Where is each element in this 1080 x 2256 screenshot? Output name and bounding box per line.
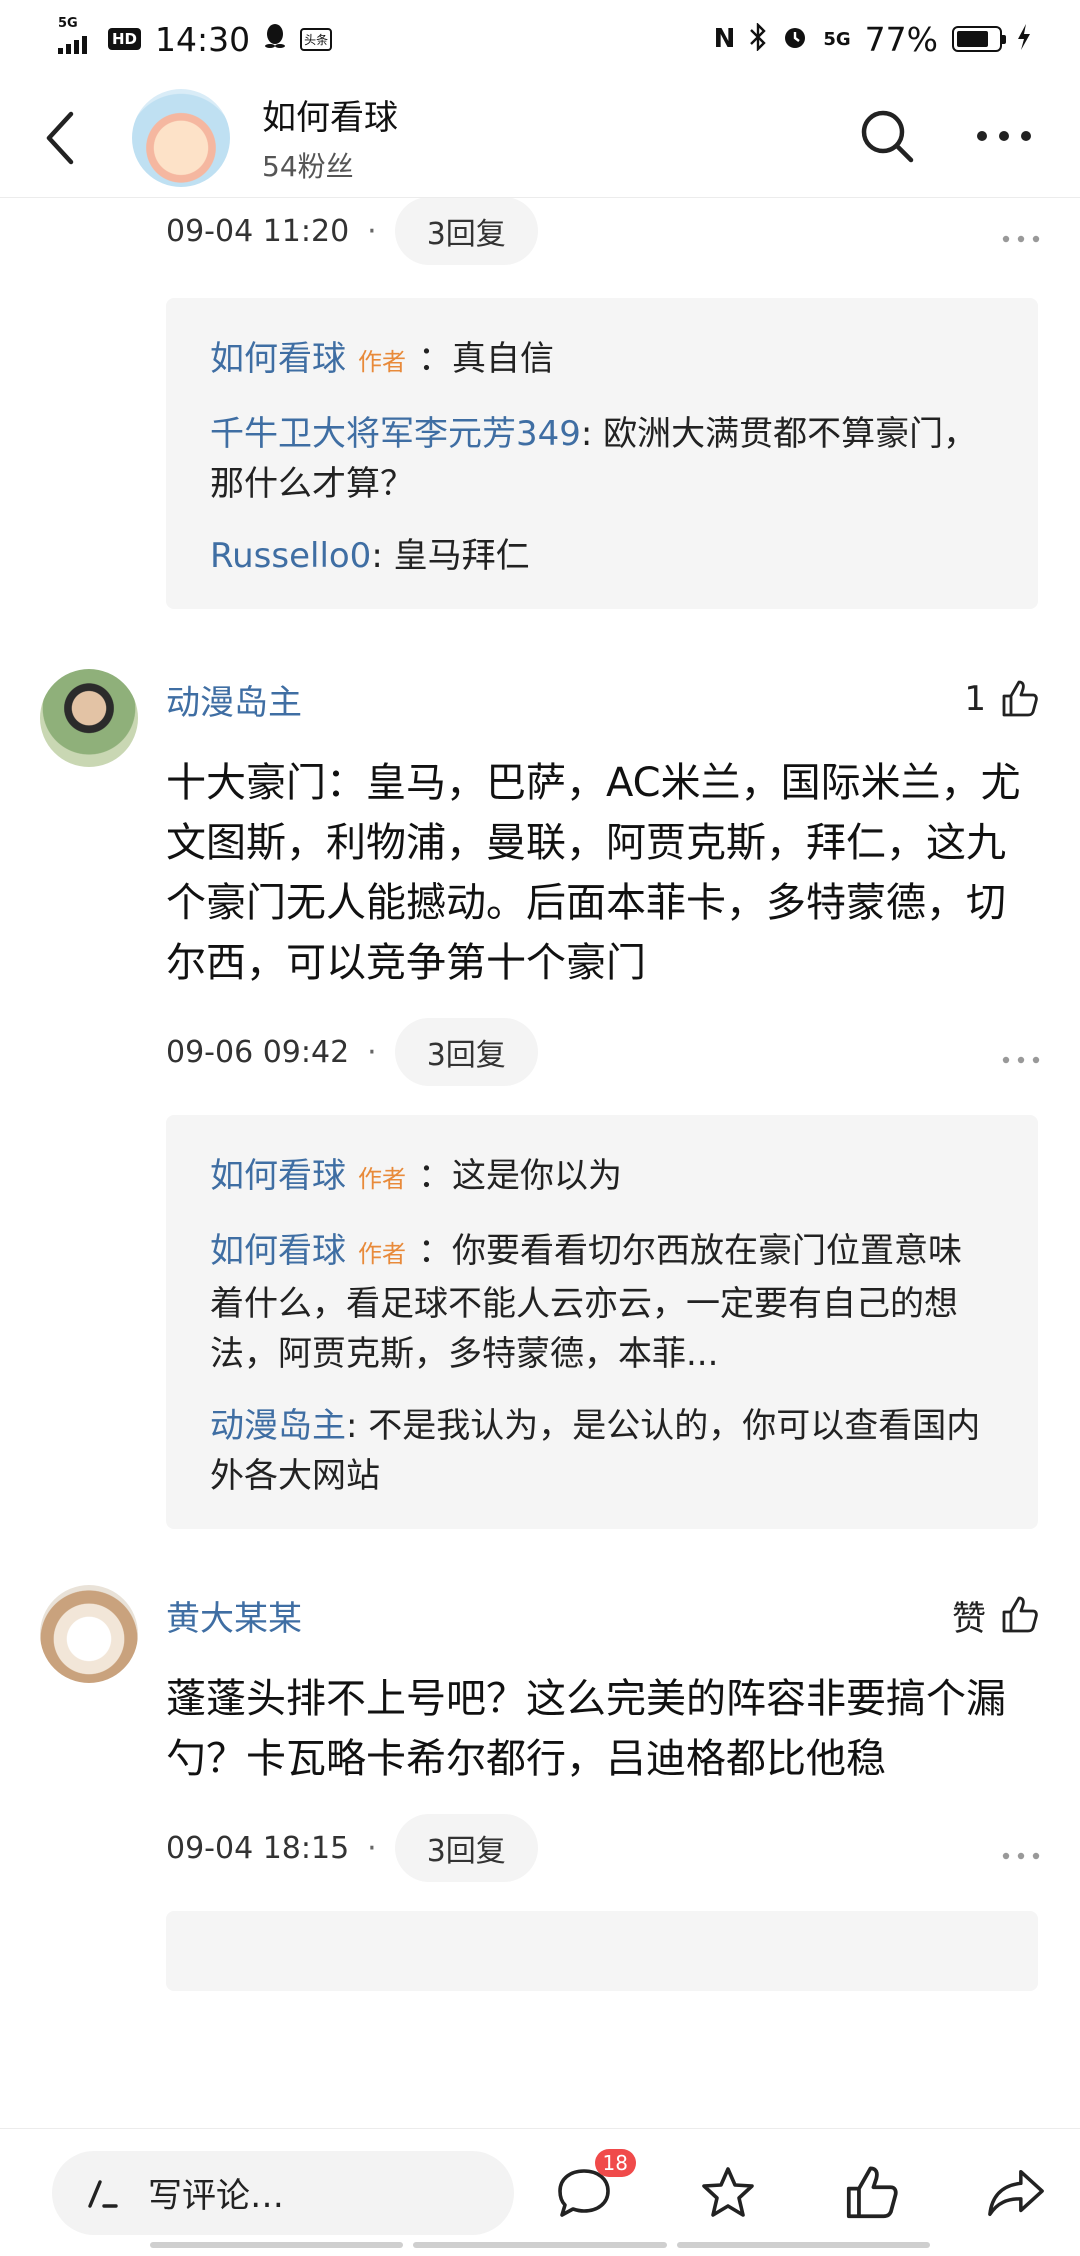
share-arrow-icon <box>988 2169 1044 2216</box>
reply-item: 千牛卫大将军李元芳349: 欧洲大满贯都不算豪门，那什么才算？ <box>210 409 994 509</box>
alarm-icon <box>781 20 809 59</box>
comment-more-button[interactable] <box>1002 1828 1040 1869</box>
thumbs-up-icon <box>1002 680 1038 717</box>
network-type-right: 5G <box>823 28 851 50</box>
reply-count-button[interactable]: 3回复 <box>394 198 538 265</box>
comment-count-badge: 18 <box>594 2148 636 2177</box>
toutiao-app-badge: 头条 <box>300 27 333 51</box>
pen-icon <box>88 2179 118 2208</box>
comment-more-button[interactable] <box>1002 211 1040 252</box>
reply-item: 如何看球 作者 ：这是你以为 <box>210 1151 994 1204</box>
favorite-button[interactable] <box>698 2163 758 2223</box>
like-label: 赞 <box>952 1598 986 1639</box>
meta-separator: · <box>367 213 377 249</box>
comment-list: 09-04 11:20 · 3回复 如何看球 作者 ：真自信 千牛卫大将军李元芳34… <box>0 198 1080 2128</box>
bottom-action-bar: 写评论… 18 <box>0 2128 1080 2256</box>
write-comment-placeholder: 写评论… <box>148 2176 284 2216</box>
comment-header: 黄大某某 赞 <box>166 1585 1040 1645</box>
author-tag: 作者 <box>358 348 406 376</box>
comment-meta: 09-04 18:15 · 3回复 <box>0 1814 1080 1882</box>
status-bar-left: 5G HD 14:30 头条 <box>58 16 333 59</box>
comment-time: 09-04 18:15 <box>166 1830 350 1866</box>
comment-time: 09-04 11:20 <box>166 213 350 249</box>
thumbs-up-icon <box>846 2165 898 2218</box>
reply-item: 如何看球 作者 ：真自信 <box>210 334 994 387</box>
comment-item: 动漫岛主 1 十大豪门：皇马，巴萨，AC米兰，国际米兰，尤文图斯，利物浦，曼联，… <box>0 669 1080 993</box>
comment-body: 十大豪门：皇马，巴萨，AC米兰，国际米兰，尤文图斯，利物浦，曼联，阿贾克斯，拜仁… <box>166 760 1021 986</box>
search-button[interactable] <box>858 107 916 169</box>
meta-separator: · <box>367 1034 377 1070</box>
more-horizontal-icon <box>1002 1852 1040 1859</box>
battery-icon <box>952 26 1006 52</box>
like-button[interactable]: 1 <box>964 679 1040 719</box>
status-bar-right: N 5G 77% <box>714 20 1032 59</box>
author-tag: 作者 <box>358 1165 406 1193</box>
share-button[interactable] <box>986 2163 1046 2223</box>
reply-username[interactable]: 动漫岛主 <box>210 1406 346 1446</box>
thumbs-up-icon <box>1002 1596 1038 1633</box>
comment-header: 动漫岛主 1 <box>166 669 1040 729</box>
like-article-button[interactable] <box>842 2163 902 2223</box>
header-actions <box>858 107 1080 169</box>
back-button[interactable] <box>0 78 120 198</box>
reply-text: : 皇马拜仁 <box>371 536 530 576</box>
page-title: 如何看球 <box>262 98 398 138</box>
hd-badge: HD <box>108 28 142 50</box>
reply-count-button[interactable]: 3回复 <box>394 1814 538 1882</box>
battery-percent: 77% <box>864 19 938 59</box>
header-text[interactable]: 如何看球 54粉丝 <box>262 90 858 185</box>
author-tag: 作者 <box>358 1240 406 1268</box>
status-time: 14:30 <box>155 19 251 59</box>
commenter-avatar[interactable] <box>40 1585 138 1683</box>
comment-time: 09-06 09:42 <box>166 1034 350 1070</box>
reply-username[interactable]: 如何看球 <box>210 339 346 379</box>
comment-meta: 09-04 11:20 · 3回复 <box>0 198 1080 265</box>
comment-item: 黄大某某 赞 蓬蓬头排不上号吧？这么完美的阵容非要搞个漏勺？卡瓦略卡希尔都行，吕… <box>0 1585 1080 1789</box>
reply-item: 动漫岛主: 不是我认为，是公认的，你可以查看国内外各大网站 <box>210 1401 994 1501</box>
meta-separator: · <box>367 1830 377 1866</box>
charging-icon <box>1016 20 1032 59</box>
reply-item: 如何看球 作者 ：你要看看切尔西放在豪门位置意味着什么，看足球不能人云亦云，一定要有… <box>210 1226 994 1379</box>
network-type: 5G <box>58 16 78 31</box>
like-button[interactable]: 赞 <box>952 1591 1040 1640</box>
reply-username[interactable]: 如何看球 <box>210 1231 346 1271</box>
status-bar: 5G HD 14:30 头条 N 5G 77% <box>0 0 1080 78</box>
reply-text: ：这是你以为 <box>418 1156 622 1196</box>
write-comment-input[interactable]: 写评论… <box>52 2150 514 2235</box>
reply-username[interactable]: 千牛卫大将军李元芳349 <box>210 414 581 454</box>
reply-username[interactable]: 如何看球 <box>210 1156 346 1196</box>
reply-preview-box[interactable] <box>166 1911 1038 1991</box>
comment-body: 蓬蓬头排不上号吧？这么完美的阵容非要搞个漏勺？卡瓦略卡希尔都行，吕迪格都比他稳 <box>166 1676 1006 1782</box>
author-avatar[interactable] <box>132 88 230 187</box>
search-icon <box>861 110 914 162</box>
reply-preview-box[interactable]: 如何看球 作者 ：真自信 千牛卫大将军李元芳349: 欧洲大满贯都不算豪门，那什么才… <box>166 298 1038 609</box>
reply-count-button[interactable]: 3回复 <box>394 1018 538 1086</box>
nfc-icon: N <box>713 24 736 54</box>
qq-icon <box>264 23 286 55</box>
more-horizontal-icon <box>1002 235 1040 242</box>
reply-username[interactable]: Russello0 <box>210 536 371 576</box>
comment-meta: 09-06 09:42 · 3回复 <box>0 1018 1080 1086</box>
battery-level <box>957 31 988 47</box>
reply-text: ：真自信 <box>418 339 554 379</box>
chevron-left-icon <box>46 111 74 164</box>
reply-preview-box[interactable]: 如何看球 作者 ：这是你以为 如何看球 作者 ：你要看看切尔西放在豪门位置意味着什么，看… <box>166 1115 1038 1529</box>
bluetooth-icon <box>749 20 767 59</box>
cellular-signal-icon: 5G <box>58 16 94 54</box>
commenter-name[interactable]: 动漫岛主 <box>166 675 302 724</box>
commenter-avatar[interactable] <box>40 669 138 767</box>
like-count: 1 <box>964 679 986 719</box>
follower-count: 54粉丝 <box>262 150 354 183</box>
comment-more-button[interactable] <box>1002 1032 1040 1073</box>
comments-button[interactable]: 18 <box>554 2148 636 2223</box>
more-options-button[interactable] <box>976 128 1032 147</box>
app-header: 如何看球 54粉丝 <box>0 78 1080 198</box>
star-icon <box>702 2166 754 2217</box>
gesture-bar <box>150 2242 930 2248</box>
more-horizontal-icon <box>977 131 1031 141</box>
commenter-name[interactable]: 黄大某某 <box>166 1591 302 1640</box>
reply-item: Russello0: 皇马拜仁 <box>210 531 994 581</box>
more-horizontal-icon <box>1002 1056 1040 1063</box>
bottom-icons: 18 <box>554 2148 1046 2223</box>
